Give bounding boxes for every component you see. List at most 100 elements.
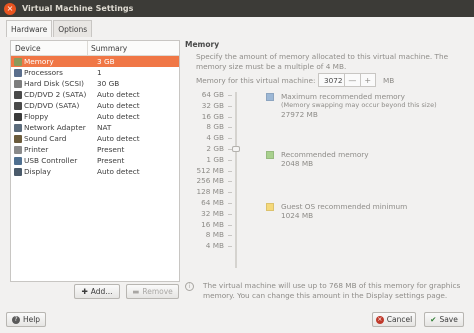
scale-label: 64 GB	[201, 90, 224, 99]
device-summary: 3 GB	[97, 57, 115, 66]
cd-dvd-icon	[14, 90, 22, 99]
legend-max-recommended: Maximum recommended memory (Memory swapp…	[266, 92, 437, 119]
plus-icon: ✚	[81, 287, 88, 296]
cancel-icon: ×	[375, 315, 384, 324]
scale-tick	[228, 159, 232, 161]
add-device-button[interactable]: ✚ Add...	[74, 284, 120, 299]
legend-recommended: Recommended memory 2048 MB	[266, 150, 369, 168]
info-icon: i	[185, 282, 194, 291]
device-summary: 1	[97, 68, 102, 77]
scale-label: 256 MB	[196, 176, 224, 186]
device-name: Floppy	[24, 112, 49, 121]
decrement-button[interactable]: —	[344, 74, 359, 86]
cancel-label: Cancel	[386, 315, 413, 324]
help-icon: ?	[11, 315, 20, 324]
memory-slider-handle[interactable]	[232, 146, 240, 152]
device-summary: Auto detect	[97, 90, 140, 99]
processor-icon	[14, 68, 22, 77]
device-row[interactable]: CD/DVD (SATA) Auto detect	[11, 100, 179, 111]
memory-unit-label: MB	[383, 76, 395, 85]
device-summary: Auto detect	[97, 112, 140, 121]
minus-icon: ▬	[132, 287, 140, 296]
cancel-button[interactable]: × Cancel	[372, 312, 416, 327]
memory-input[interactable]: 3072	[319, 76, 344, 85]
scale-label: 32 GB	[201, 100, 224, 110]
help-label: Help	[22, 315, 41, 324]
legend-swatch-recommended	[266, 151, 274, 159]
plus-icon: +	[364, 75, 372, 85]
graphics-memory-info: The virtual machine will use up to 768 M…	[203, 281, 461, 300]
memory-icon	[14, 57, 22, 66]
legend-minimum-title: Guest OS recommended minimum	[281, 202, 408, 211]
scale-tick	[228, 138, 232, 140]
device-name: Processors	[24, 68, 63, 77]
device-summary: Present	[97, 156, 125, 165]
device-row[interactable]: Memory 3 GB	[11, 56, 179, 67]
network-adapter-icon	[14, 123, 22, 132]
device-list-header: Device Summary	[11, 41, 179, 56]
device-row[interactable]: USB Controller Present	[11, 155, 179, 166]
remove-device-button[interactable]: ▬ Remove	[126, 284, 179, 299]
save-button[interactable]: ✔ Save	[424, 312, 464, 327]
device-row[interactable]: Network Adapter NAT	[11, 122, 179, 133]
scale-tick	[228, 192, 232, 194]
printer-icon	[14, 145, 22, 154]
scale-tick	[228, 116, 232, 118]
memory-description: Specify the amount of memory allocated t…	[196, 52, 449, 71]
title-bar: × Virtual Machine Settings	[0, 0, 474, 17]
help-button[interactable]: ? Help	[6, 312, 46, 327]
device-row[interactable]: Sound Card Auto detect	[11, 133, 179, 144]
column-header-summary[interactable]: Summary	[88, 44, 127, 53]
device-name: USB Controller	[24, 156, 78, 165]
device-row[interactable]: Printer Present	[11, 144, 179, 155]
scale-label: 32 MB	[201, 208, 224, 218]
scale-tick	[228, 203, 232, 204]
scale-tick	[228, 224, 232, 226]
scale-label: 2 GB	[206, 143, 224, 153]
scale-label: 8 GB	[206, 122, 224, 132]
scale-label: 16 MB	[201, 219, 224, 229]
legend-recommended-value: 2048 MB	[281, 159, 314, 168]
legend-swatch-minimum	[266, 203, 274, 211]
scale-tick	[228, 95, 232, 96]
device-name: Display	[24, 167, 51, 176]
scale-tick	[228, 235, 232, 237]
scale-label: 4 GB	[206, 133, 224, 143]
device-summary: Auto detect	[97, 134, 140, 143]
device-row[interactable]: Floppy Auto detect	[11, 111, 179, 122]
device-name: Printer	[24, 145, 49, 154]
column-header-device[interactable]: Device	[11, 41, 88, 55]
add-device-label: Add...	[90, 287, 113, 296]
memory-slider-track[interactable]	[235, 92, 237, 268]
tab-hardware[interactable]: Hardware	[6, 20, 53, 37]
legend-recommended-title: Recommended memory	[281, 150, 369, 159]
legend-minimum-value: 1024 MB	[281, 211, 314, 220]
scale-tick	[228, 170, 232, 172]
device-row[interactable]: Processors 1	[11, 67, 179, 78]
device-summary: Auto detect	[97, 101, 140, 110]
scale-tick	[228, 246, 232, 248]
scale-label: 64 MB	[201, 197, 224, 207]
usb-controller-icon	[14, 156, 22, 165]
device-summary: Present	[97, 145, 125, 154]
window-close-button[interactable]: ×	[4, 2, 16, 15]
scale-label: 512 MB	[196, 165, 224, 175]
device-summary: 30 GB	[97, 79, 120, 88]
device-row[interactable]: Display Auto detect	[11, 166, 179, 177]
memory-stepper[interactable]: 3072 — +	[318, 73, 376, 87]
tab-options[interactable]: Options	[53, 20, 93, 37]
device-list: Device Summary Memory 3 GB Processors 1 Hard…	[10, 40, 180, 282]
minus-icon: —	[348, 75, 357, 85]
device-name: Memory	[24, 57, 54, 66]
window-title: Virtual Machine Settings	[22, 4, 134, 13]
device-row[interactable]: CD/DVD 2 (SATA) Auto detect	[11, 89, 179, 100]
memory-field-label: Memory for this virtual machine:	[196, 76, 316, 85]
device-row[interactable]: Hard Disk (SCSI) 30 GB	[11, 78, 179, 89]
legend-swatch-max	[266, 93, 274, 101]
scale-tick	[228, 105, 232, 107]
scale-tick	[228, 213, 232, 215]
device-summary: Auto detect	[97, 167, 140, 176]
increment-button[interactable]: +	[359, 74, 375, 86]
device-rows: Memory 3 GB Processors 1 Hard Disk (SCSI) 30 …	[11, 56, 179, 177]
scale-label: 128 MB	[196, 187, 224, 197]
